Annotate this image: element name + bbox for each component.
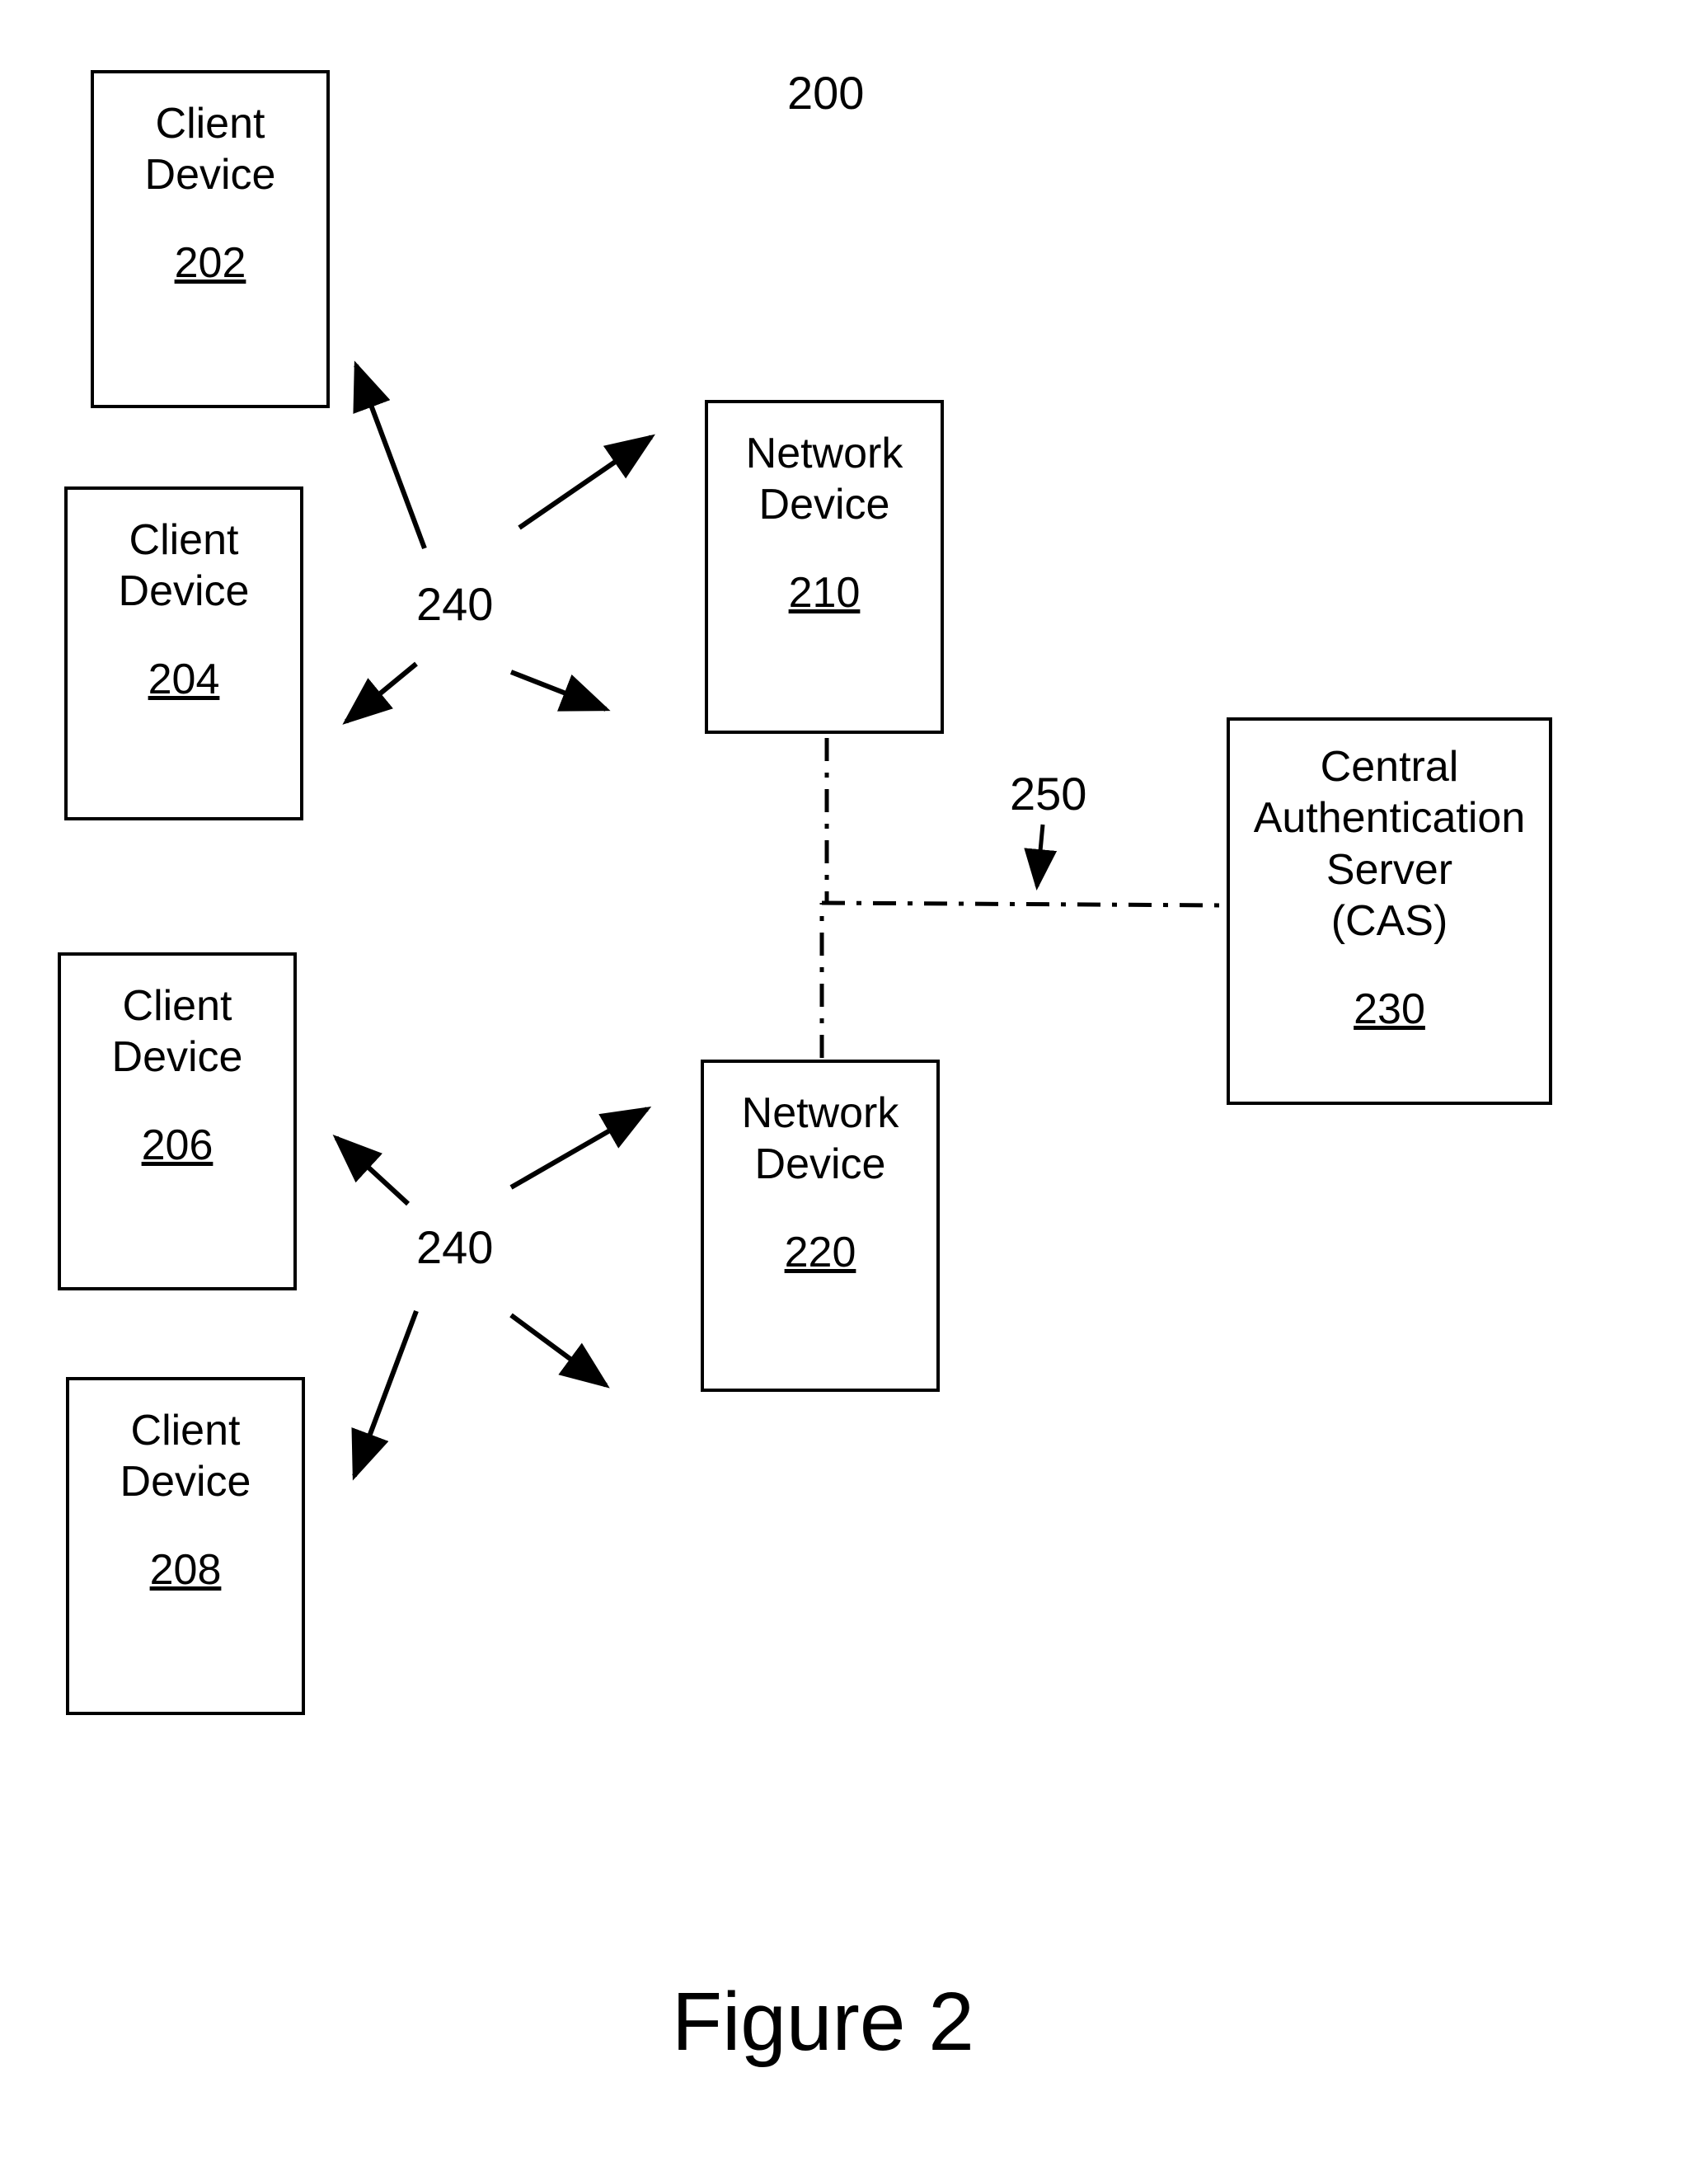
client-206-label1: Client [123,980,232,1032]
arrow-250-pointer [1037,825,1043,886]
dashed-line-horizontal [822,903,1224,905]
client-208-label2: Device [120,1456,251,1507]
client-202-label2: Device [145,149,276,200]
client-208-ref: 208 [150,1545,222,1595]
cas-label4: (CAS) [1331,895,1448,947]
box-network-220: Network Device 220 [701,1060,940,1392]
wired-label: 250 [1010,767,1086,820]
client-204-ref: 204 [148,655,220,704]
arrow-lower-up-left [336,1138,408,1204]
client-206-label2: Device [112,1032,243,1083]
box-client-208: Client Device 208 [66,1377,305,1715]
network-210-label2: Device [759,479,890,530]
client-202-ref: 202 [175,238,246,288]
box-cas-230: Central Authentication Server (CAS) 230 [1227,717,1552,1105]
box-network-210: Network Device 210 [705,400,944,734]
box-client-204: Client Device 204 [64,486,303,820]
arrow-upper-right [511,672,606,709]
cas-label2: Authentication [1254,792,1526,844]
network-210-label1: Network [746,428,903,479]
wireless-label-lower: 240 [416,1220,493,1274]
arrow-lower-up-right [511,1109,647,1187]
diagram-container: 200 Client Device 202 Client Device 204 … [0,0,1708,2176]
wireless-label-upper: 240 [416,577,493,631]
arrow-lower-down-right [511,1315,606,1385]
client-204-label2: Device [119,566,250,617]
client-206-ref: 206 [142,1121,214,1170]
box-client-202: Client Device 202 [91,70,330,408]
cas-label3: Server [1326,844,1452,895]
client-202-label1: Client [156,98,265,149]
figure-ref-number: 200 [787,66,864,120]
client-208-label1: Client [131,1405,241,1456]
client-204-label1: Client [129,515,239,566]
network-210-ref: 210 [789,568,861,618]
cas-label1: Central [1321,741,1459,792]
figure-caption: Figure 2 [672,1975,974,2070]
arrow-upper-up-right [519,437,651,528]
network-220-label1: Network [742,1088,899,1139]
arrow-upper-down-left [346,664,416,721]
box-client-206: Client Device 206 [58,952,297,1290]
cas-ref: 230 [1354,985,1425,1034]
arrow-upper-up-left [356,365,425,548]
arrow-lower-down-left [354,1311,416,1476]
network-220-ref: 220 [785,1228,856,1277]
network-220-label2: Device [755,1139,886,1190]
